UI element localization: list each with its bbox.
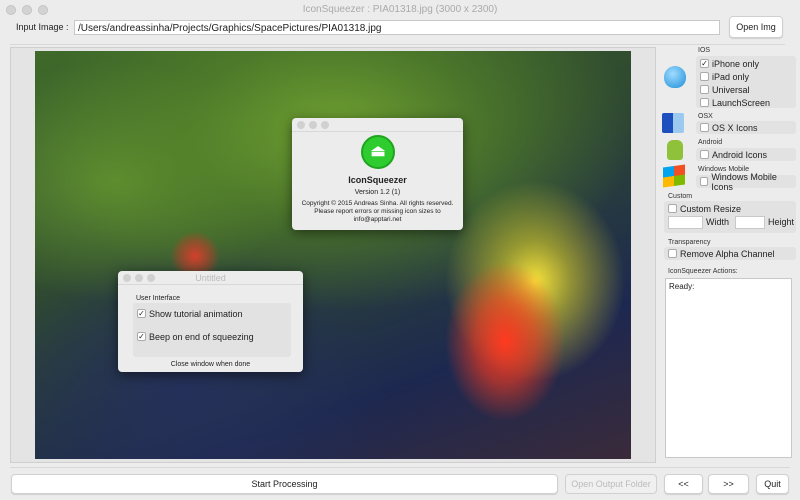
checkbox-label: iPad only <box>712 71 750 82</box>
ios-label: IOS <box>698 47 711 54</box>
checkbox-label: Show tutorial animation <box>149 308 243 319</box>
osx-icons-checkbox[interactable]: OS X Icons <box>700 121 792 134</box>
checkbox[interactable] <box>700 98 709 107</box>
checkbox-checked[interactable]: ✓ <box>137 309 146 318</box>
android-icons-checkbox[interactable]: Android Icons <box>700 148 792 161</box>
window-controls[interactable] <box>123 274 155 282</box>
preferences-title-bar: Untitled <box>118 271 303 285</box>
remove-alpha-checkbox[interactable]: Remove Alpha Channel <box>668 247 792 260</box>
custom-label: Custom <box>668 193 693 200</box>
input-image-label: Input Image : <box>16 22 69 32</box>
zoom-button[interactable] <box>38 5 48 15</box>
iphone-only-checkbox[interactable]: ✓ iPhone only <box>700 57 792 70</box>
beep-checkbox[interactable]: ✓ Beep on end of squeezing <box>137 330 254 343</box>
image-preview <box>35 51 631 459</box>
checkbox-checked[interactable]: ✓ <box>700 59 709 68</box>
title-bar: IconSqueezer : PIA01318.jpg (3000 x 2300… <box>0 0 800 20</box>
osx-label: OSX <box>698 113 713 120</box>
ios-group: ✓ iPhone only iPad only Universal LaunchS… <box>696 56 796 108</box>
checkbox-label: Windows Mobile Icons <box>711 171 777 192</box>
custom-resize-checkbox[interactable]: Custom Resize <box>668 202 741 215</box>
start-processing-button[interactable]: Start Processing <box>11 474 558 494</box>
user-interface-group: ✓ Show tutorial animation ✓ Beep on end of… <box>133 303 291 357</box>
osx-group: OS X Icons <box>696 121 796 134</box>
launchscreen-checkbox[interactable]: LaunchScreen <box>700 96 792 109</box>
checkbox[interactable] <box>700 85 709 94</box>
checkbox[interactable] <box>700 150 709 159</box>
email-link[interactable]: info@apptari.net <box>292 216 463 224</box>
footer-text: Close window when done <box>170 361 251 368</box>
custom-group: Custom Resize Width Height <box>664 201 796 233</box>
width-label: Width <box>706 217 730 227</box>
next-button[interactable]: >> <box>708 474 749 494</box>
input-image-field[interactable]: /Users/andreassinha/Projects/Graphics/Sp… <box>74 20 720 35</box>
actions-label: IconSqueezer Actions: <box>668 268 738 275</box>
windows-group: Windows Mobile Icons <box>696 172 796 192</box>
windows-icon <box>663 164 685 188</box>
actions-log[interactable]: Ready: <box>665 278 792 458</box>
window-controls[interactable] <box>297 121 329 129</box>
checkbox-label: iPhone only <box>712 58 760 69</box>
windows-icons-checkbox[interactable]: Windows Mobile Icons <box>700 172 792 192</box>
checkbox[interactable] <box>700 72 709 81</box>
preferences-window: Untitled User Interface ✓ Show tutorial a… <box>118 271 303 372</box>
apple-icon <box>664 66 686 88</box>
app-icon: ⏏ <box>361 135 395 169</box>
open-img-button[interactable]: Open Img <box>729 16 783 38</box>
checkbox-label: Universal <box>712 84 750 95</box>
report-text: Please report errors or missing icon siz… <box>314 208 441 215</box>
window-title: IconSqueezer : PIA01318.jpg (3000 x 2300… <box>302 4 498 15</box>
android-label: Android <box>698 139 723 146</box>
android-group: Android Icons <box>696 148 796 161</box>
checkbox-checked[interactable]: ✓ <box>137 332 146 341</box>
window-controls[interactable] <box>6 5 48 15</box>
divider <box>10 44 785 45</box>
universal-checkbox[interactable]: Universal <box>700 83 792 96</box>
checkbox[interactable] <box>668 204 677 213</box>
window-title: Untitled <box>195 273 226 283</box>
previous-button[interactable]: << <box>664 474 703 494</box>
about-text: Copyright © 2015 Andreas Sinha. All righ… <box>292 200 463 224</box>
transparency-group: Remove Alpha Channel <box>664 247 796 260</box>
minimize-button[interactable] <box>22 5 32 15</box>
app-name: IconSqueezer <box>348 175 407 185</box>
checkbox-label: LaunchScreen <box>712 97 771 108</box>
transparency-label: Transparency <box>668 239 711 246</box>
checkbox[interactable] <box>700 177 709 186</box>
copyright-text: Copyright © 2015 Andreas Sinha. All righ… <box>301 200 454 207</box>
app-version: Version 1.2 (1) <box>354 189 401 196</box>
finder-icon <box>662 113 684 133</box>
ipad-only-checkbox[interactable]: iPad only <box>700 70 792 83</box>
about-title-bar <box>292 118 463 132</box>
checkbox-label: Beep on end of squeezing <box>149 331 254 342</box>
user-interface-label: User Interface <box>136 295 180 302</box>
close-button[interactable] <box>6 5 16 15</box>
checkbox-label: Android Icons <box>712 149 768 160</box>
android-icon <box>667 140 683 160</box>
checkbox-label: Remove Alpha Channel <box>680 248 775 259</box>
checkbox[interactable] <box>700 123 709 132</box>
checkbox[interactable] <box>668 249 677 258</box>
height-label: Height <box>768 217 795 227</box>
checkbox-label: Custom Resize <box>680 203 742 214</box>
width-input[interactable] <box>668 216 703 229</box>
about-window: ⏏ IconSqueezer Version 1.2 (1) Copyright… <box>292 118 463 230</box>
quit-button[interactable]: Quit <box>756 474 789 494</box>
checkbox-label: OS X Icons <box>712 122 758 133</box>
height-input[interactable] <box>735 216 765 229</box>
divider <box>10 467 790 468</box>
show-tutorial-checkbox[interactable]: ✓ Show tutorial animation <box>137 307 243 320</box>
open-output-folder-button[interactable]: Open Output Folder <box>565 474 657 494</box>
